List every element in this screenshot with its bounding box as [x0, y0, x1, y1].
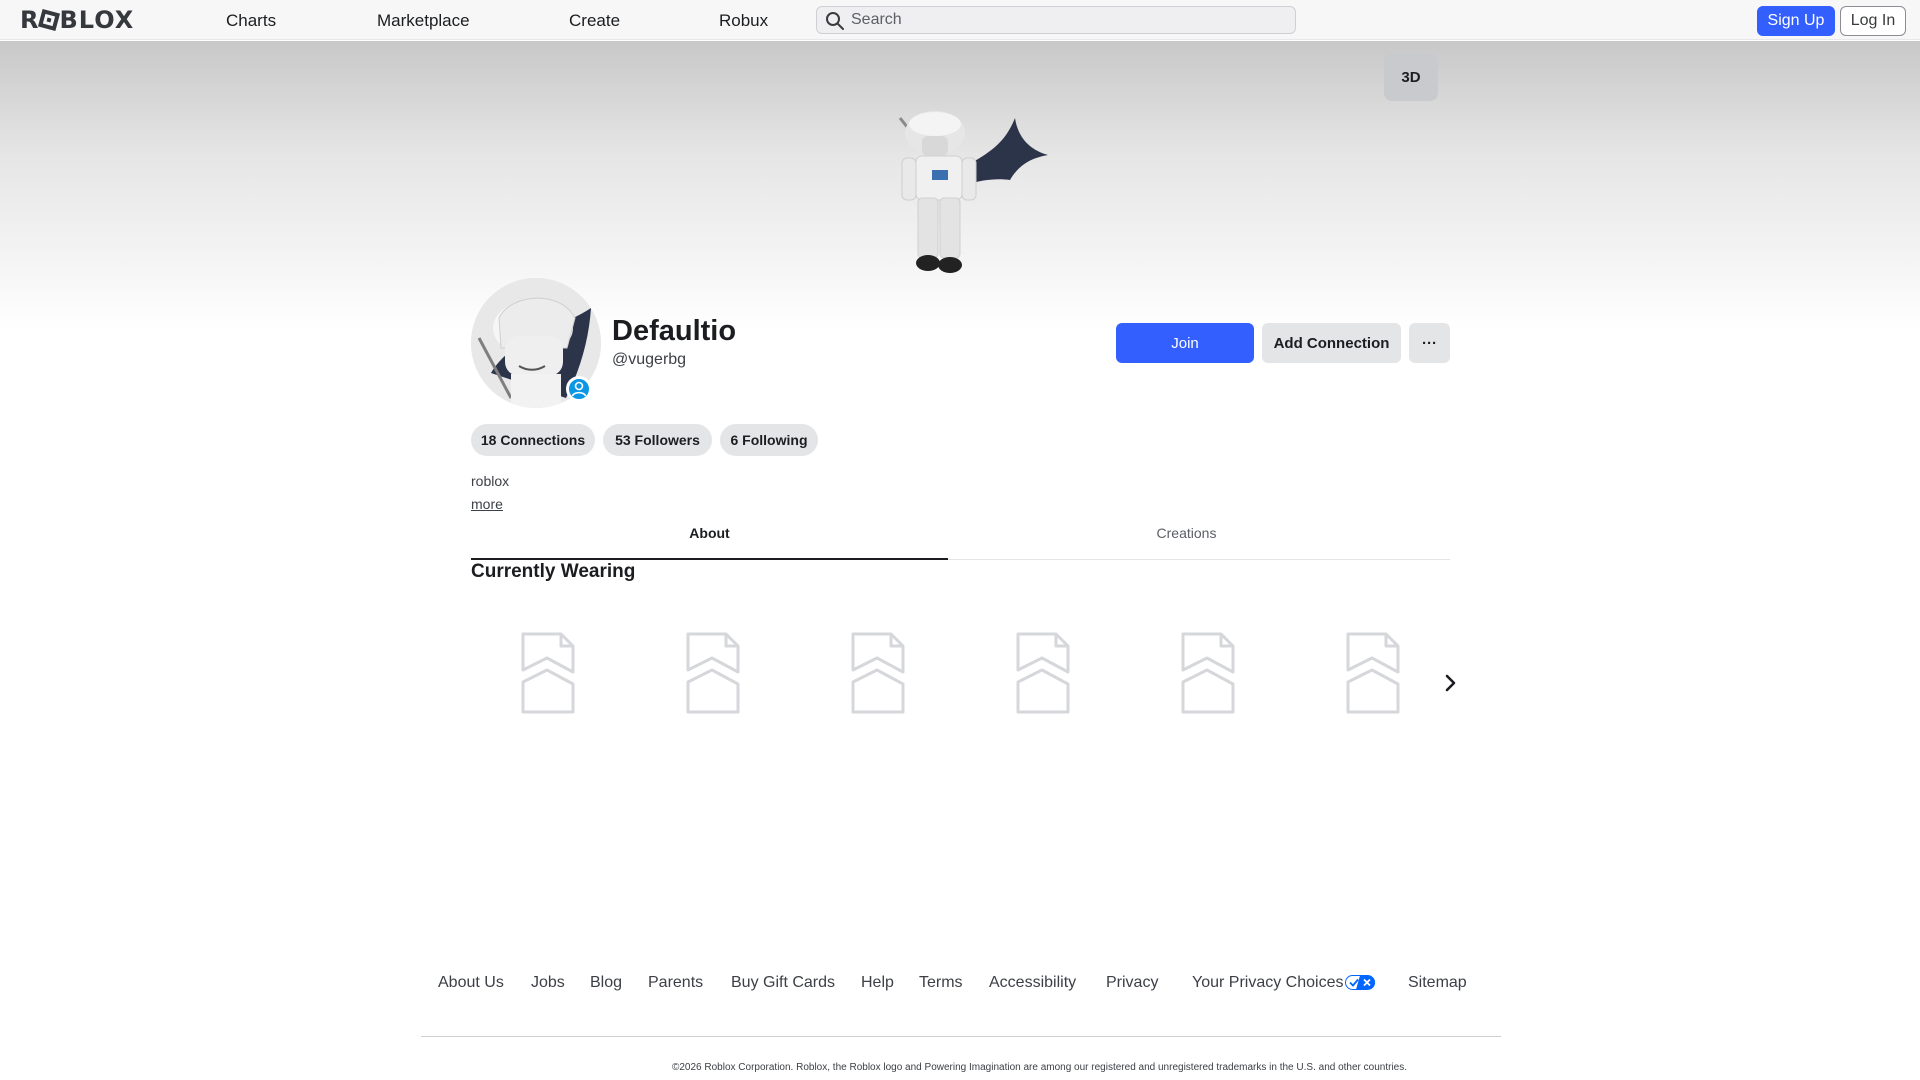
footer-link-jobs[interactable]: Jobs	[531, 973, 565, 993]
nav-link-create[interactable]: Create	[569, 10, 620, 32]
nav-link-robux[interactable]: Robux	[719, 10, 768, 32]
view-3d-toggle-button[interactable]: 3D	[1384, 53, 1438, 101]
profile-display-name: Defaultio	[612, 315, 737, 347]
image-placeholder-icon	[686, 632, 740, 714]
add-connection-button[interactable]: Add Connection	[1262, 323, 1401, 363]
wearing-item[interactable]	[1167, 630, 1247, 716]
connections-count-pill[interactable]: 18 Connections	[471, 424, 595, 456]
footer-link-terms[interactable]: Terms	[919, 973, 963, 993]
image-placeholder-icon	[851, 632, 905, 714]
profile-username: @vugerbg	[612, 351, 687, 368]
footer-copyright: ©2026 Roblox Corporation. Roblox, the Ro…	[672, 1062, 1408, 1073]
followers-count-pill[interactable]: 53 Followers	[603, 424, 712, 456]
more-options-button[interactable]: ···	[1409, 323, 1450, 363]
footer-link-blog[interactable]: Blog	[590, 973, 622, 993]
privacy-choices-icon	[1345, 975, 1376, 990]
wearing-item[interactable]	[837, 630, 917, 716]
top-navigation-bar: RBLOX Charts Marketplace Create Robux Si…	[0, 0, 1920, 40]
currently-wearing-title: Currently Wearing	[471, 561, 636, 582]
footer-link-accessibility[interactable]: Accessibility	[989, 973, 1076, 993]
search-icon	[826, 12, 844, 30]
tab-about[interactable]: About	[471, 518, 948, 560]
image-placeholder-icon	[521, 632, 575, 714]
image-placeholder-icon	[1346, 632, 1400, 714]
footer-link-parents[interactable]: Parents	[648, 973, 703, 993]
profile-status-badge	[566, 376, 592, 402]
footer-divider	[421, 1036, 1501, 1037]
search-bar[interactable]	[816, 6, 1296, 34]
image-placeholder-icon	[1016, 632, 1070, 714]
user-icon	[571, 381, 587, 397]
wearing-item[interactable]	[1002, 630, 1082, 716]
profile-tabs: About Creations	[471, 518, 1450, 560]
following-count-pill[interactable]: 6 Following	[720, 424, 818, 456]
footer-link-help[interactable]: Help	[861, 973, 894, 993]
log-in-button[interactable]: Log In	[1840, 6, 1906, 36]
privacy-choices-label: Your Privacy Choices	[1192, 974, 1344, 991]
wearing-item[interactable]	[672, 630, 752, 716]
footer-link-sitemap[interactable]: Sitemap	[1408, 973, 1467, 993]
chevron-right-icon[interactable]	[1438, 671, 1462, 695]
tab-creations[interactable]: Creations	[948, 518, 1425, 560]
wearing-item[interactable]	[1332, 630, 1412, 716]
footer-link-buy-gift-cards[interactable]: Buy Gift Cards	[731, 973, 835, 993]
footer-link-privacy[interactable]: Privacy	[1106, 973, 1158, 993]
bio-more-link[interactable]: more	[471, 495, 503, 513]
footer-link-about-us[interactable]: About Us	[438, 973, 504, 993]
profile-bio: roblox	[471, 473, 510, 489]
nav-link-marketplace[interactable]: Marketplace	[377, 10, 470, 32]
image-placeholder-icon	[1181, 632, 1235, 714]
roblox-logo[interactable]: R BLOX	[20, 8, 134, 32]
nav-link-charts[interactable]: Charts	[226, 10, 276, 32]
avatar-full-body-image	[898, 111, 1048, 273]
search-input[interactable]	[851, 7, 1281, 33]
wearing-item[interactable]	[507, 630, 587, 716]
sign-up-button[interactable]: Sign Up	[1757, 6, 1835, 36]
join-button[interactable]: Join	[1116, 323, 1254, 363]
footer-link-privacy-choices[interactable]: Your Privacy Choices	[1192, 973, 1376, 993]
